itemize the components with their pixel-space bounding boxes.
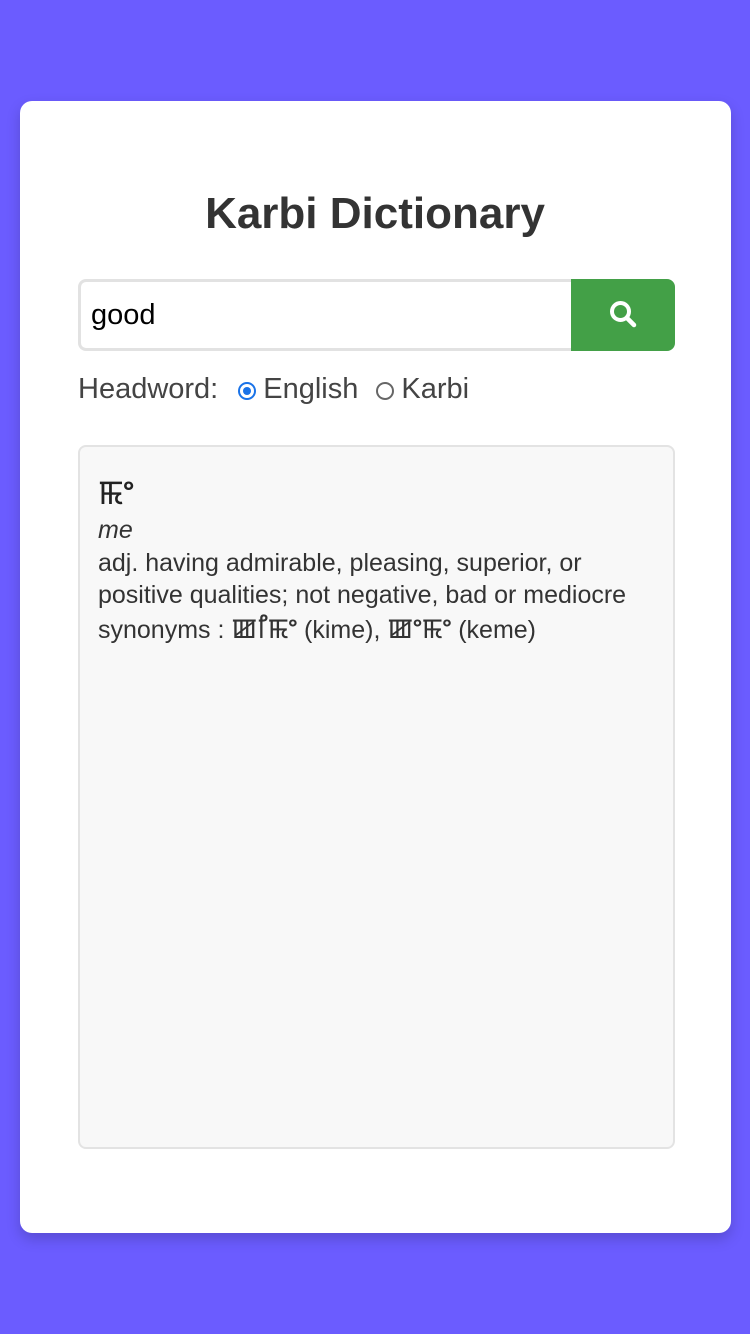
headword-label: Headword: [78, 372, 219, 405]
synonym-roman: (keme) [458, 616, 537, 644]
headword-selector: Headword: English Karbi [78, 368, 487, 410]
search-button[interactable] [571, 279, 675, 351]
result-panel: ꯃꯦ me adj. having admirable, pleasing, s… [78, 445, 675, 1149]
synonym-script: ꯀꯤꯃꯦ [231, 613, 298, 644]
radio-karbi-button[interactable] [376, 382, 395, 400]
entry-definition: adj. having admirable, pleasing, superio… [98, 549, 627, 609]
page-title: Karbi Dictionary [205, 189, 545, 238]
radio-karbi[interactable]: Karbi [376, 373, 469, 406]
synonym-roman: (kime) [304, 616, 374, 644]
entry-synonyms: synonyms : ꯀꯤꯃꯦ (kime), ꯀꯦꯃꯦ (keme) [98, 613, 655, 646]
synonyms-label: synonyms : [98, 616, 225, 644]
radio-english-button[interactable] [238, 382, 257, 400]
synonym-separator: , [373, 616, 381, 644]
search-icon [608, 299, 638, 332]
synonym-script: ꯀꯦꯃꯦ [387, 613, 452, 644]
radio-karbi-label: Karbi [401, 372, 470, 405]
entry-headword: ꯃꯦ [98, 474, 134, 512]
radio-english[interactable]: English [238, 373, 358, 406]
radio-english-label: English [263, 372, 359, 405]
search-input[interactable] [78, 279, 572, 351]
entry-romanization: me [98, 516, 133, 544]
